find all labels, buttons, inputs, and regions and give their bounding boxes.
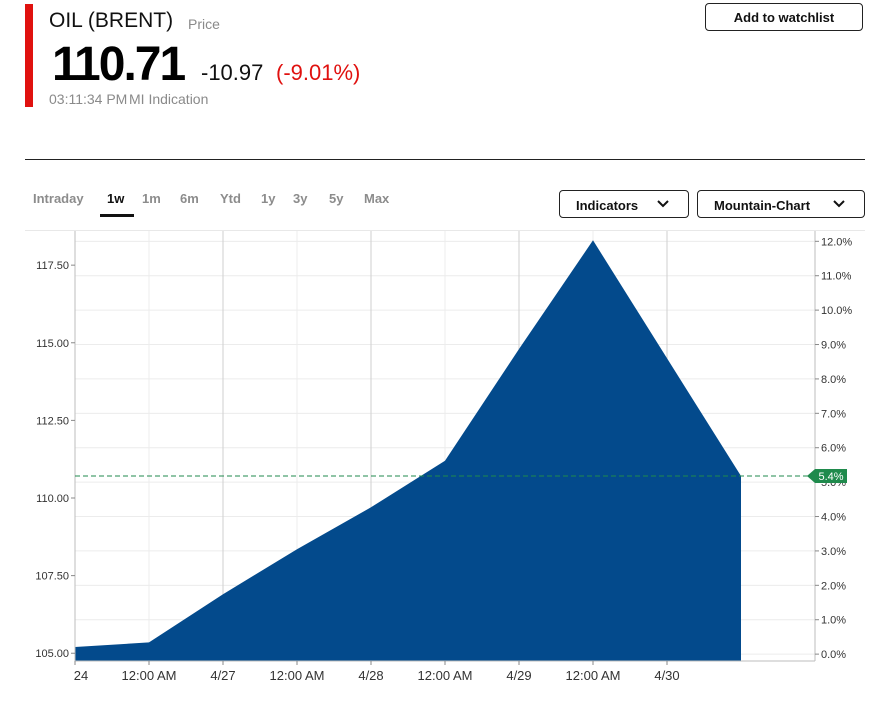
last-price-badge-label: 5.4% xyxy=(818,471,843,483)
price-chart: 105.00 107.50 110.00 112.50 115.00 117.50 0.0%… xyxy=(35,231,852,683)
x-tick-label: 24 xyxy=(74,668,88,683)
y-tick-label-left: 107.50 xyxy=(35,571,69,583)
y-tick-label-right: 0.0% xyxy=(821,649,846,661)
x-tick-label: 12:00 AM xyxy=(418,668,473,683)
y-tick-label-left: 110.00 xyxy=(36,493,69,505)
y-tick-label-right: 3.0% xyxy=(821,546,846,558)
x-tick-label: 12:00 AM xyxy=(270,668,325,683)
y-tick-label-right: 11.0% xyxy=(821,271,852,283)
y-tick-label-right: 9.0% xyxy=(821,340,846,352)
x-tick-label: 4/29 xyxy=(506,668,531,683)
y-tick-label-right: 1.0% xyxy=(821,615,846,627)
y-tick-label-left: 117.50 xyxy=(36,260,69,272)
y-tick-label-right: 10.0% xyxy=(821,305,852,317)
y-tick-label-right: 6.0% xyxy=(821,443,846,455)
y-tick-label-left: 105.00 xyxy=(35,648,69,660)
y-tick-label-right: 12.0% xyxy=(821,236,852,248)
y-tick-label-right: 2.0% xyxy=(821,580,846,592)
x-tick-label: 12:00 AM xyxy=(566,668,621,683)
y-tick-label-left: 112.50 xyxy=(36,415,69,427)
x-tick-label: 4/30 xyxy=(654,668,679,683)
x-tick-label: 4/27 xyxy=(210,668,235,683)
x-tick-label: 4/28 xyxy=(358,668,383,683)
price-area xyxy=(75,240,741,662)
y-tick-label-left: 115.00 xyxy=(36,338,69,350)
y-tick-label-right: 8.0% xyxy=(821,374,846,386)
y-tick-label-right: 4.0% xyxy=(821,512,846,524)
y-tick-label-right: 7.0% xyxy=(821,408,846,420)
x-tick-label: 12:00 AM xyxy=(122,668,177,683)
